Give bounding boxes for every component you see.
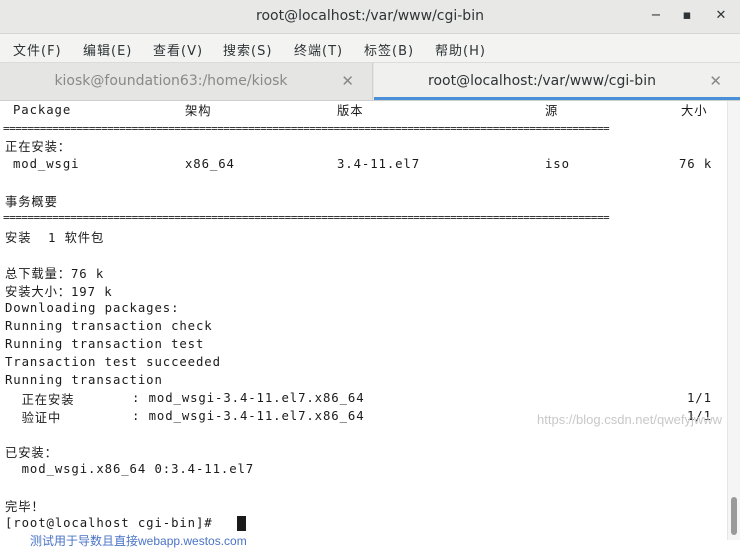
step-installing-label: 正在安装 [5,393,108,407]
installed-pkg: mod_wsgi.x86_64 0:3.4-11.el7 [5,462,255,476]
minimize-button[interactable]: − [646,6,666,26]
tab-kiosk[interactable]: kiosk@foundation63:/home/kiosk ✕ [0,63,373,100]
close-button[interactable]: ✕ [711,6,731,26]
menu-tabs[interactable]: 标签(B) [364,40,414,59]
pkg-size: 76 k [679,157,713,171]
output-line: Running transaction test [5,337,205,351]
pkg-version: 3.4-11.el7 [337,157,421,171]
menu-view[interactable]: 查看(V) [153,40,203,59]
step-verifying-label: 验证中 [5,411,112,425]
title-bar: root@localhost:/var/www/cgi-bin − ▪ ✕ [0,0,740,34]
installing-label: 正在安装： [5,140,71,154]
output-line: Running transaction check [5,319,213,333]
watermark: https://blog.csdn.net/qwefyjwww [537,412,722,427]
terminal-view[interactable]: Package 架构 版本 源 大小 =====================… [0,101,728,540]
scrollbar[interactable] [727,101,740,540]
menu-search[interactable]: 搜索(S) [223,40,272,59]
done-label: 完毕！ [5,500,45,514]
menu-terminal[interactable]: 终端(T) [294,40,343,59]
pkg-name: mod_wsgi [13,157,80,171]
menu-help[interactable]: 帮助(H) [435,40,486,59]
col-header-version: 版本 [337,104,364,118]
output-line: Transaction test succeeded [5,355,221,369]
tab-root-close-icon[interactable]: ✕ [709,72,722,90]
col-header-arch: 架构 [185,104,212,118]
step-installing-text: : mod_wsgi-3.4-11.el7.x86_64 [132,391,365,405]
summary-label: 事务概要 [5,195,58,209]
separator-line: ========================================… [3,123,610,134]
installed-label: 已安装： [5,446,58,460]
text-cursor [237,516,246,531]
col-header-size: 大小 [681,104,708,118]
scrollbar-thumb[interactable] [731,497,737,535]
tab-bar: kiosk@foundation63:/home/kiosk ✕ root@lo… [0,63,740,101]
pkg-arch: x86_64 [185,157,235,171]
pkg-repo: iso [545,157,570,171]
tab-kiosk-close-icon[interactable]: ✕ [341,72,354,90]
tab-root-label: root@localhost:/var/www/cgi-bin [428,73,656,89]
menu-edit[interactable]: 编辑(E) [83,40,132,59]
window-title: root@localhost:/var/www/cgi-bin [256,8,484,24]
maximize-button[interactable]: ▪ [677,6,697,26]
step-installing-count: 1/1 [687,391,712,405]
col-header-package: Package [13,103,72,117]
step-verifying-text: : mod_wsgi-3.4-11.el7.x86_64 [132,409,365,423]
output-line: Downloading packages: [5,301,180,315]
shell-prompt: [root@localhost cgi-bin]# [5,516,221,530]
output-line: Running transaction [5,373,163,387]
separator-line: ========================================… [3,212,610,223]
tab-root[interactable]: root@localhost:/var/www/cgi-bin ✕ [374,63,740,100]
col-header-repo: 源 [545,104,559,118]
installed-size: 安装大小：197 k [5,285,113,299]
tab-kiosk-label: kiosk@foundation63:/home/kiosk [54,73,288,89]
install-count: 安装 1 软件包 [5,231,105,245]
menu-bar: 文件(F) 编辑(E) 查看(V) 搜索(S) 终端(T) 标签(B) 帮助(H… [0,34,740,63]
menu-file[interactable]: 文件(F) [13,40,62,59]
total-download: 总下载量：76 k [5,267,105,281]
bottom-strip-text: 测试用于导数且直接webapp.westos.com [30,534,247,548]
